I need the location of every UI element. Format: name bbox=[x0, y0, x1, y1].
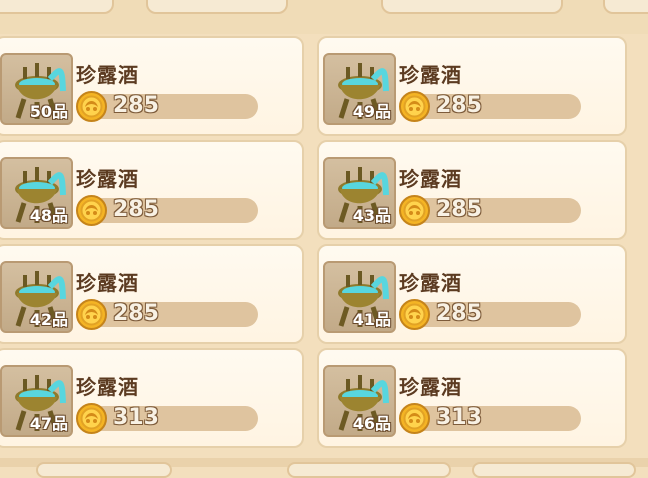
quality-label: 42品 bbox=[29, 310, 68, 329]
top-tab-1[interactable] bbox=[0, 0, 114, 14]
price-bar bbox=[84, 94, 258, 119]
quality-label: 50品 bbox=[29, 102, 68, 121]
item-price: 285 bbox=[113, 301, 159, 326]
coin-icon bbox=[399, 91, 430, 122]
coin-icon bbox=[399, 403, 430, 434]
top-tab-2[interactable] bbox=[146, 0, 288, 14]
shop-item-card[interactable]: 46品 珍露酒 313 bbox=[317, 348, 627, 448]
quality-label: 43品 bbox=[352, 206, 391, 225]
coin-icon bbox=[399, 195, 430, 226]
item-price: 285 bbox=[436, 197, 482, 222]
wine-vessel-icon: 48品 bbox=[0, 157, 73, 229]
item-name: 珍露酒 bbox=[76, 375, 139, 399]
item-name: 珍露酒 bbox=[399, 375, 462, 399]
shop-item-card[interactable]: 49品 珍露酒 285 bbox=[317, 36, 627, 136]
item-price: 285 bbox=[436, 301, 482, 326]
price-bar bbox=[407, 198, 581, 223]
item-name: 珍露酒 bbox=[76, 167, 139, 191]
coin-icon bbox=[399, 299, 430, 330]
shop-grid: 50品 珍露酒 285 49品 珍露酒 285 48品 珍露酒 285 43品 … bbox=[0, 34, 648, 458]
quality-label: 48品 bbox=[29, 206, 68, 225]
quality-label: 41品 bbox=[352, 310, 391, 329]
item-price: 285 bbox=[436, 93, 482, 118]
price-bar bbox=[84, 198, 258, 223]
top-tab-4[interactable] bbox=[603, 0, 648, 14]
wine-vessel-icon: 46品 bbox=[323, 365, 396, 437]
wine-vessel-icon: 43品 bbox=[323, 157, 396, 229]
price-bar bbox=[84, 302, 258, 327]
price-bar bbox=[84, 406, 258, 431]
coin-icon bbox=[76, 403, 107, 434]
shop-item-card[interactable]: 41品 珍露酒 285 bbox=[317, 244, 627, 344]
item-name: 珍露酒 bbox=[76, 63, 139, 87]
quality-label: 49品 bbox=[352, 102, 391, 121]
bottom-tab-2[interactable] bbox=[287, 462, 451, 478]
quality-label: 47品 bbox=[29, 414, 68, 433]
price-bar bbox=[407, 406, 581, 431]
coin-icon bbox=[76, 299, 107, 330]
shop-item-card[interactable]: 43品 珍露酒 285 bbox=[317, 140, 627, 240]
price-bar bbox=[407, 94, 581, 119]
coin-icon bbox=[76, 195, 107, 226]
item-name: 珍露酒 bbox=[399, 63, 462, 87]
shop-item-card[interactable]: 42品 珍露酒 285 bbox=[0, 244, 304, 344]
quality-label: 46品 bbox=[352, 414, 391, 433]
item-price: 285 bbox=[113, 197, 159, 222]
item-price: 285 bbox=[113, 93, 159, 118]
item-name: 珍露酒 bbox=[76, 271, 139, 295]
item-name: 珍露酒 bbox=[399, 271, 462, 295]
shop-item-card[interactable]: 48品 珍露酒 285 bbox=[0, 140, 304, 240]
item-price: 313 bbox=[113, 405, 159, 430]
bottom-tab-3[interactable] bbox=[472, 462, 636, 478]
item-name: 珍露酒 bbox=[399, 167, 462, 191]
shop-item-card[interactable]: 50品 珍露酒 285 bbox=[0, 36, 304, 136]
coin-icon bbox=[76, 91, 107, 122]
wine-vessel-icon: 47品 bbox=[0, 365, 73, 437]
wine-vessel-icon: 42品 bbox=[0, 261, 73, 333]
item-price: 313 bbox=[436, 405, 482, 430]
shop-item-card[interactable]: 47品 珍露酒 313 bbox=[0, 348, 304, 448]
wine-vessel-icon: 41品 bbox=[323, 261, 396, 333]
wine-vessel-icon: 50品 bbox=[0, 53, 73, 125]
price-bar bbox=[407, 302, 581, 327]
bottom-tab-1[interactable] bbox=[36, 462, 172, 478]
wine-vessel-icon: 49品 bbox=[323, 53, 396, 125]
top-tab-3[interactable] bbox=[381, 0, 563, 14]
